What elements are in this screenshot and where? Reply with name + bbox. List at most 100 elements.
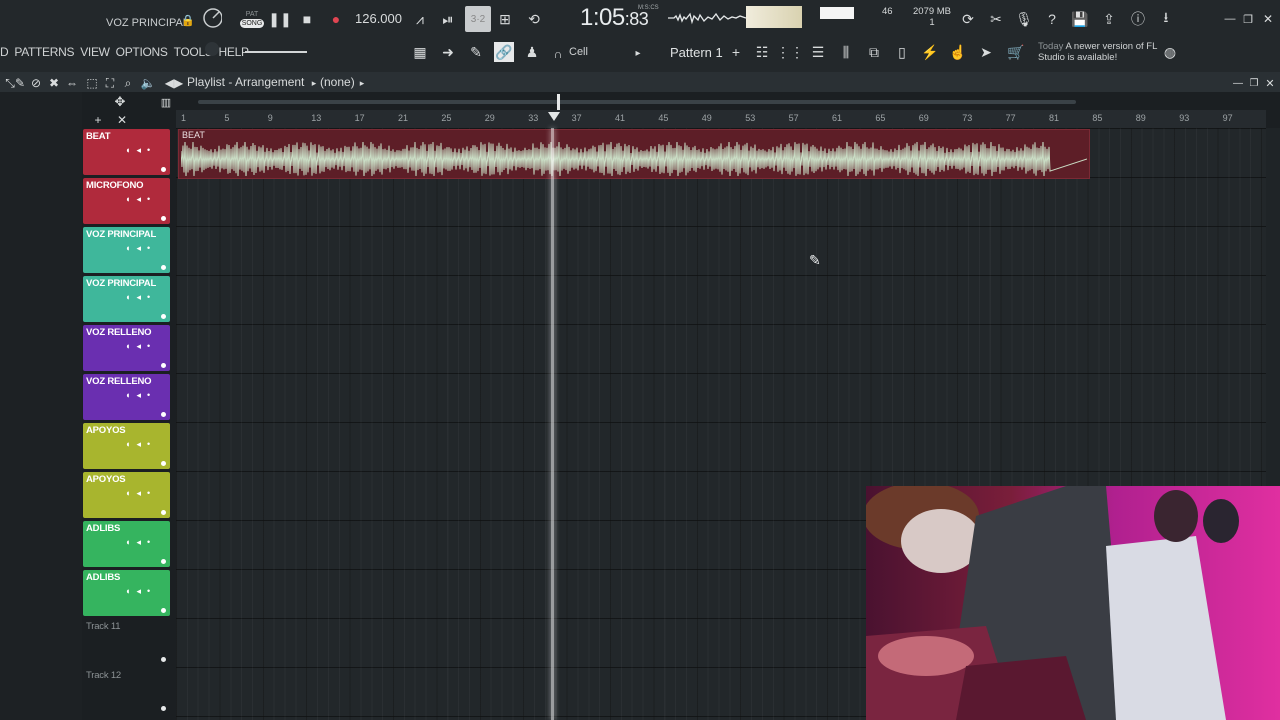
select-tool-icon[interactable]: ⬚ (82, 73, 102, 93)
speaker-icon[interactable]: 🔈 (138, 73, 158, 93)
snap-magnet-icon[interactable]: ∩ (548, 44, 568, 64)
refresh-icon[interactable]: ⟳ (958, 9, 978, 29)
cut-icon[interactable]: ✂ (986, 9, 1006, 29)
solo-icon[interactable]: ◂ (136, 194, 141, 205)
playhead[interactable] (551, 128, 554, 720)
browser-icon[interactable]: ⧉ (864, 42, 884, 62)
lock-icon[interactable]: 🔒 (178, 10, 198, 30)
help-icon[interactable]: ? (1042, 9, 1062, 29)
export-icon[interactable]: ⇪ (1099, 9, 1119, 29)
solo-icon[interactable]: ◂ (136, 145, 141, 156)
stamp-icon[interactable]: ♟ (522, 42, 542, 62)
track-name[interactable]: VOZ PRINCIPAL (86, 229, 156, 240)
track-header[interactable]: VOZ PRINCIPAL ◖ ◂ • (83, 276, 170, 322)
mute-icon[interactable]: ◖ (125, 292, 130, 303)
solo-icon[interactable]: ◂ (136, 292, 141, 303)
wait-for-input-icon[interactable]: ⏯ (438, 9, 458, 29)
countdown-icon[interactable]: 3·2 (465, 6, 491, 32)
mixer-icon[interactable]: ☰ (808, 42, 828, 62)
mute-icon[interactable]: ◖ (125, 439, 130, 450)
minimize-icon[interactable]: — (1220, 9, 1240, 29)
track-select-dot[interactable] (161, 510, 166, 515)
pause-icon[interactable]: ❚❚ (268, 9, 291, 29)
mute-icon[interactable]: ◖ (125, 488, 130, 499)
pattern-selector[interactable]: Pattern 1 (670, 45, 723, 60)
chevron-right-icon[interactable]: ▸ (628, 43, 648, 63)
globe-icon[interactable]: ◍ (1160, 42, 1180, 62)
add-pattern-button[interactable]: + (726, 42, 746, 62)
track-name[interactable]: BEAT (86, 131, 111, 142)
master-volume-slider[interactable] (245, 51, 307, 53)
metronome-icon[interactable]: ⩘ (410, 9, 430, 29)
track-select-dot[interactable] (161, 559, 166, 564)
shop-icon[interactable]: 🛒 (1006, 42, 1026, 62)
step-edit-icon[interactable]: ⊞ (495, 9, 515, 29)
menu-item-options[interactable]: OPTIONS (116, 45, 168, 59)
solo-icon[interactable]: ◂ (136, 439, 141, 450)
mute-icon[interactable]: ◖ (125, 586, 130, 597)
delete-tool-icon[interactable]: ✖ (44, 73, 64, 93)
microphone-icon[interactable]: 🎙 (1014, 9, 1034, 29)
rec-icon[interactable]: • (147, 243, 150, 254)
track-header[interactable]: ADLIBS ◖ ◂ • (83, 521, 170, 567)
remove-track-icon[interactable]: ✕ (112, 110, 132, 130)
scroll-position-marker[interactable] (557, 94, 560, 110)
save-icon[interactable]: 💾 (1070, 9, 1090, 29)
track-name[interactable]: VOZ RELLENO (86, 327, 152, 338)
rec-icon[interactable]: • (147, 537, 150, 548)
arrow-icon[interactable]: ➜ (438, 42, 458, 62)
mute-icon[interactable]: ◖ (125, 341, 130, 352)
track-select-dot[interactable] (161, 363, 166, 368)
track-header[interactable]: BEAT ◖ ◂ • (83, 129, 170, 175)
track-select-dot[interactable] (161, 706, 166, 711)
mute-icon[interactable]: ◖ (125, 194, 130, 205)
solo-icon[interactable]: ◂ (136, 341, 141, 352)
mute-tool-icon[interactable]: ⊘ (26, 73, 46, 93)
horizontal-scrollbar[interactable] (198, 100, 1076, 104)
update-notice[interactable]: Today A newer version of FL Studio is av… (1038, 41, 1163, 63)
solo-icon[interactable]: ◂ (136, 488, 141, 499)
move-icon[interactable]: ✥ (110, 92, 130, 112)
close-icon[interactable]: ✕ (1258, 9, 1278, 29)
record-icon[interactable]: ● (326, 9, 346, 29)
track-select-dot[interactable] (161, 216, 166, 221)
file-icon[interactable]: ▯ (892, 42, 912, 62)
pencil-icon[interactable]: ✎ (466, 42, 486, 62)
track-header[interactable]: VOZ RELLENO ◖ ◂ • (83, 374, 170, 420)
faders-icon[interactable]: ⫼ (836, 42, 856, 62)
track-select-dot[interactable] (161, 461, 166, 466)
track-name[interactable]: ADLIBS (86, 572, 120, 583)
playhead-marker-icon[interactable] (548, 112, 560, 121)
track-name[interactable]: APOYOS (86, 425, 126, 436)
track-name[interactable]: VOZ PRINCIPAL (86, 278, 156, 289)
track-header[interactable]: VOZ RELLENO ◖ ◂ • (83, 325, 170, 371)
audio-clip-beat[interactable]: BEAT (178, 129, 1090, 179)
touch-icon[interactable]: ☝ (948, 42, 968, 62)
grid-icon[interactable]: ▥ (156, 92, 176, 112)
track-select-dot[interactable] (161, 314, 166, 319)
maximize-icon[interactable]: ❐ (1238, 9, 1258, 29)
mute-icon[interactable]: ◖ (125, 390, 130, 401)
snap-selector[interactable]: Cell (569, 46, 588, 58)
rec-icon[interactable]: • (147, 292, 150, 303)
track-name[interactable]: Track 12 (86, 670, 121, 681)
info-icon[interactable]: ⓘ (1128, 9, 1148, 29)
track-header[interactable]: MICROFONO ◖ ◂ • (83, 178, 170, 224)
solo-icon[interactable]: ◂ (136, 537, 141, 548)
mute-icon[interactable]: ◖ (125, 243, 130, 254)
track-name[interactable]: APOYOS (86, 474, 126, 485)
menu-item-view[interactable]: VIEW (80, 45, 110, 59)
track-select-dot[interactable] (161, 167, 166, 172)
rec-icon[interactable]: • (147, 439, 150, 450)
track-header[interactable]: VOZ PRINCIPAL ◖ ◂ • (83, 227, 170, 273)
track-select-dot[interactable] (161, 265, 166, 270)
tempo-display[interactable]: 126.000 (355, 11, 402, 26)
pat-song-toggle[interactable]: PAT SONG (238, 6, 266, 32)
zoom-icon[interactable]: ⌕ (118, 73, 138, 93)
rec-icon[interactable]: • (147, 586, 150, 597)
track-header[interactable]: APOYOS ◖ ◂ • (83, 423, 170, 469)
track-select-dot[interactable] (161, 608, 166, 613)
add-track-icon[interactable]: + (88, 110, 108, 130)
stop-icon[interactable]: ■ (297, 9, 317, 29)
track-select-dot[interactable] (161, 412, 166, 417)
